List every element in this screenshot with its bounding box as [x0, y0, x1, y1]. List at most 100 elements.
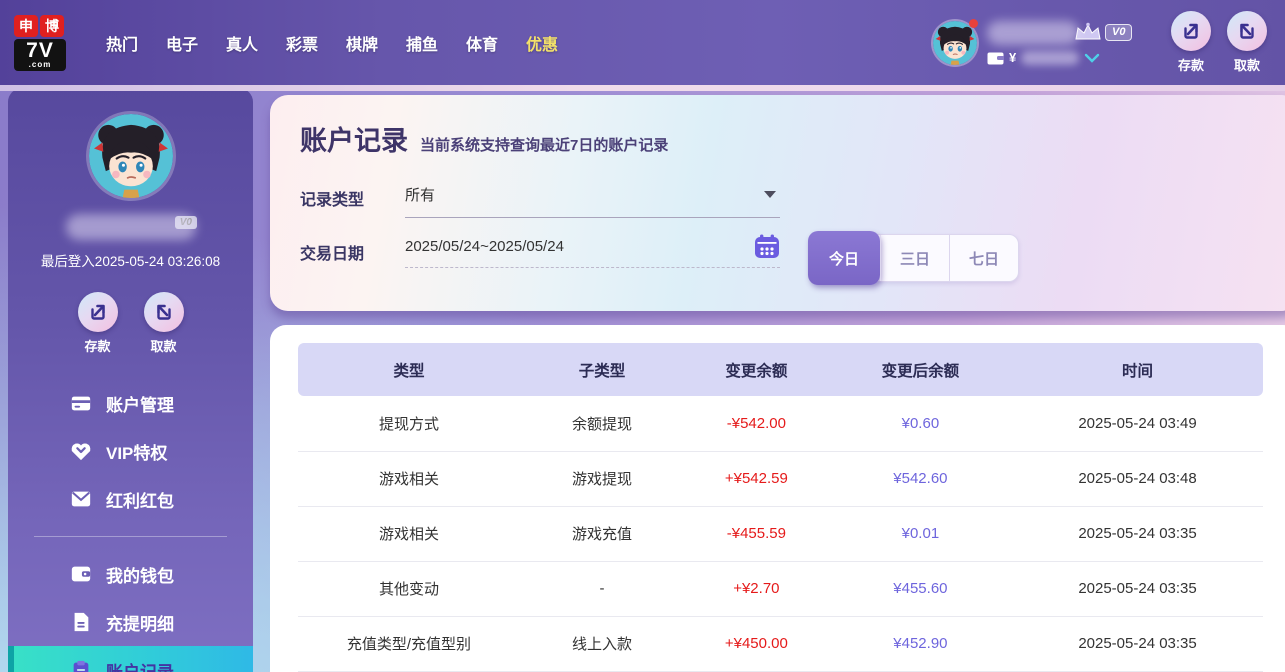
table-row: 游戏相关 游戏提现 +¥542.59 ¥542.60 2025-05-24 03…	[298, 451, 1263, 507]
date-range-label: 交易日期	[300, 246, 365, 263]
cell-change-amount: +¥542.59	[683, 451, 829, 507]
withdraw-icon	[1227, 11, 1267, 51]
range-button-seven-days[interactable]: 七日	[949, 235, 1018, 281]
sidebar-username-blurred	[65, 214, 196, 240]
record-type-label: 记录类型	[300, 192, 365, 209]
header-balance-after: 变更后余额	[828, 343, 1013, 396]
nav-item-fishing[interactable]: 捕鱼	[392, 31, 452, 55]
clipboard-icon	[70, 659, 92, 672]
record-type-select[interactable]: 所有	[405, 184, 780, 218]
nav-item-promotions[interactable]: 优惠	[512, 31, 572, 55]
sidebar-item-vip-privileges[interactable]: VIP特权	[8, 427, 253, 475]
sidebar-item-bonus-redpacket[interactable]: 红利红包	[8, 475, 253, 523]
cell-time: 2025-05-24 03:49	[1012, 396, 1263, 452]
cell-time: 2025-05-24 03:35	[1012, 506, 1263, 562]
header-change-amount: 变更余额	[683, 343, 829, 396]
cell-type: 提现方式	[298, 396, 520, 452]
table-header-row: 类型 子类型 变更余额 变更后余额 时间	[298, 343, 1263, 396]
nav-item-slots[interactable]: 电子	[152, 31, 212, 55]
date-range-row: 交易日期 2025/05/24~2025/05/24	[300, 234, 1269, 268]
sidebar-withdraw-button[interactable]: 取款	[143, 292, 184, 355]
cell-balance-after: ¥452.90	[828, 616, 1013, 672]
cell-type: 游戏相关	[298, 451, 520, 507]
sidebar-deposit-button[interactable]: 存款	[77, 292, 118, 355]
cell-time: 2025-05-24 03:35	[1012, 561, 1263, 617]
records-table: 类型 子类型 变更余额 变更后余额 时间 提现方式 余额提现 -¥542.00 …	[298, 343, 1263, 672]
sidebar-item-my-wallet[interactable]: 我的钱包	[8, 550, 253, 598]
notification-dot	[969, 18, 978, 28]
account-records-page: 申 博 7V .com 热门 电子 真人 彩票 棋牌 捕鱼 体育 优惠 V0 ¥…	[0, 0, 1285, 672]
nav-item-sports[interactable]: 体育	[452, 31, 512, 55]
cell-type: 游戏相关	[298, 506, 520, 562]
sidebar-quick-actions: 存款 取款	[8, 292, 253, 355]
cell-subtype: 线上入款	[519, 616, 684, 672]
cell-subtype: 游戏提现	[519, 451, 684, 507]
cell-subtype: 余额提现	[519, 396, 684, 452]
cell-change-amount: +¥450.00	[683, 616, 829, 672]
nav-item-live[interactable]: 真人	[212, 31, 272, 55]
logo-char-1: 申	[14, 14, 38, 37]
deposit-icon	[1171, 11, 1211, 51]
cell-balance-after: ¥455.60	[828, 561, 1013, 617]
header-time: 时间	[1012, 343, 1263, 396]
deposit-icon	[77, 292, 118, 332]
cell-subtype: 游戏充值	[519, 506, 684, 562]
dropdown-caret-icon	[764, 191, 776, 198]
sidebar-item-deposit-withdraw-details[interactable]: 充提明细	[8, 598, 253, 646]
main-nav-menu: 热门 电子 真人 彩票 棋牌 捕鱼 体育 优惠	[92, 31, 572, 55]
wallet-row: ¥	[987, 49, 1155, 67]
cell-time: 2025-05-24 03:35	[1012, 616, 1263, 672]
title-row: 账户记录 当前系统支持查询最近7日的账户记录	[300, 119, 1269, 158]
user-avatar-wrap	[933, 18, 978, 65]
vip-level-badge: V0	[1105, 23, 1133, 42]
sidebar-avatar[interactable]	[88, 114, 173, 198]
sidebar-item-account-records[interactable]: 账户记录	[8, 646, 253, 672]
wallet-icon	[70, 563, 92, 585]
chevron-down-icon[interactable]	[1084, 53, 1100, 63]
records-table-card: 类型 子类型 变更余额 变更后余额 时间 提现方式 余额提现 -¥542.00 …	[270, 325, 1285, 672]
table-row: 其他变动 - +¥2.70 ¥455.60 2025-05-24 03:35	[298, 561, 1263, 617]
date-range-segmented-control: 今日 三日 七日	[808, 231, 1019, 285]
nav-item-chess[interactable]: 棋牌	[332, 31, 392, 55]
cell-time: 2025-05-24 03:48	[1012, 451, 1263, 507]
card-icon	[70, 392, 92, 414]
wallet-mini-icon	[987, 52, 1004, 64]
filter-card: 账户记录 当前系统支持查询最近7日的账户记录 记录类型 所有 交易日期 2025…	[270, 95, 1285, 311]
vip-diamond-icon	[70, 440, 92, 462]
balance-blurred	[1021, 50, 1080, 65]
cell-subtype: -	[519, 561, 684, 617]
logo-char-2: 博	[40, 14, 64, 37]
nav-deposit-button[interactable]: 存款	[1171, 11, 1211, 74]
logo-main: 7V .com	[14, 38, 66, 71]
header-subtype: 子类型	[519, 343, 684, 396]
user-info-block: V0 ¥	[987, 19, 1155, 67]
logo-chars: 申 博	[14, 14, 66, 37]
cell-change-amount: -¥455.59	[683, 506, 829, 562]
top-navbar: 申 博 7V .com 热门 电子 真人 彩票 棋牌 捕鱼 体育 优惠 V0 ¥…	[0, 0, 1285, 91]
currency-symbol: ¥	[1009, 50, 1017, 65]
nav-item-lottery[interactable]: 彩票	[272, 31, 332, 55]
site-logo[interactable]: 申 博 7V .com	[14, 14, 66, 71]
sidebar-menu: 账户管理 VIP特权 红利红包 我的钱包 充提明细 账户记录	[8, 379, 253, 672]
username-row: V0	[987, 19, 1155, 47]
sidebar-username-row: V0	[8, 212, 253, 242]
date-range-input[interactable]: 2025/05/24~2025/05/24	[405, 234, 780, 268]
table-row: 充值类型/充值型别 线上入款 +¥450.00 ¥452.90 2025-05-…	[298, 616, 1263, 672]
navbar-user-area: V0 ¥ 存款 取款	[933, 0, 1267, 85]
record-type-value: 所有	[405, 187, 436, 204]
last-login-text: 最后登入2025-05-24 03:26:08	[40, 254, 221, 269]
cell-type: 充值类型/充值型别	[298, 616, 520, 672]
table-row: 游戏相关 游戏充值 -¥455.59 ¥0.01 2025-05-24 03:3…	[298, 506, 1263, 562]
cell-change-amount: -¥542.00	[683, 396, 829, 452]
range-button-three-days[interactable]: 三日	[880, 235, 949, 281]
page-subtitle: 当前系统支持查询最近7日的账户记录	[420, 137, 669, 154]
sidebar-divider	[34, 536, 227, 537]
page-title: 账户记录	[300, 126, 408, 156]
cell-balance-after: ¥0.60	[828, 396, 1013, 452]
calendar-icon[interactable]	[754, 234, 780, 259]
sidebar-item-account-management[interactable]: 账户管理	[8, 379, 253, 427]
range-button-today[interactable]: 今日	[808, 231, 880, 285]
nav-withdraw-button[interactable]: 取款	[1227, 11, 1267, 74]
document-icon	[70, 611, 92, 633]
nav-item-hot[interactable]: 热门	[92, 31, 152, 55]
